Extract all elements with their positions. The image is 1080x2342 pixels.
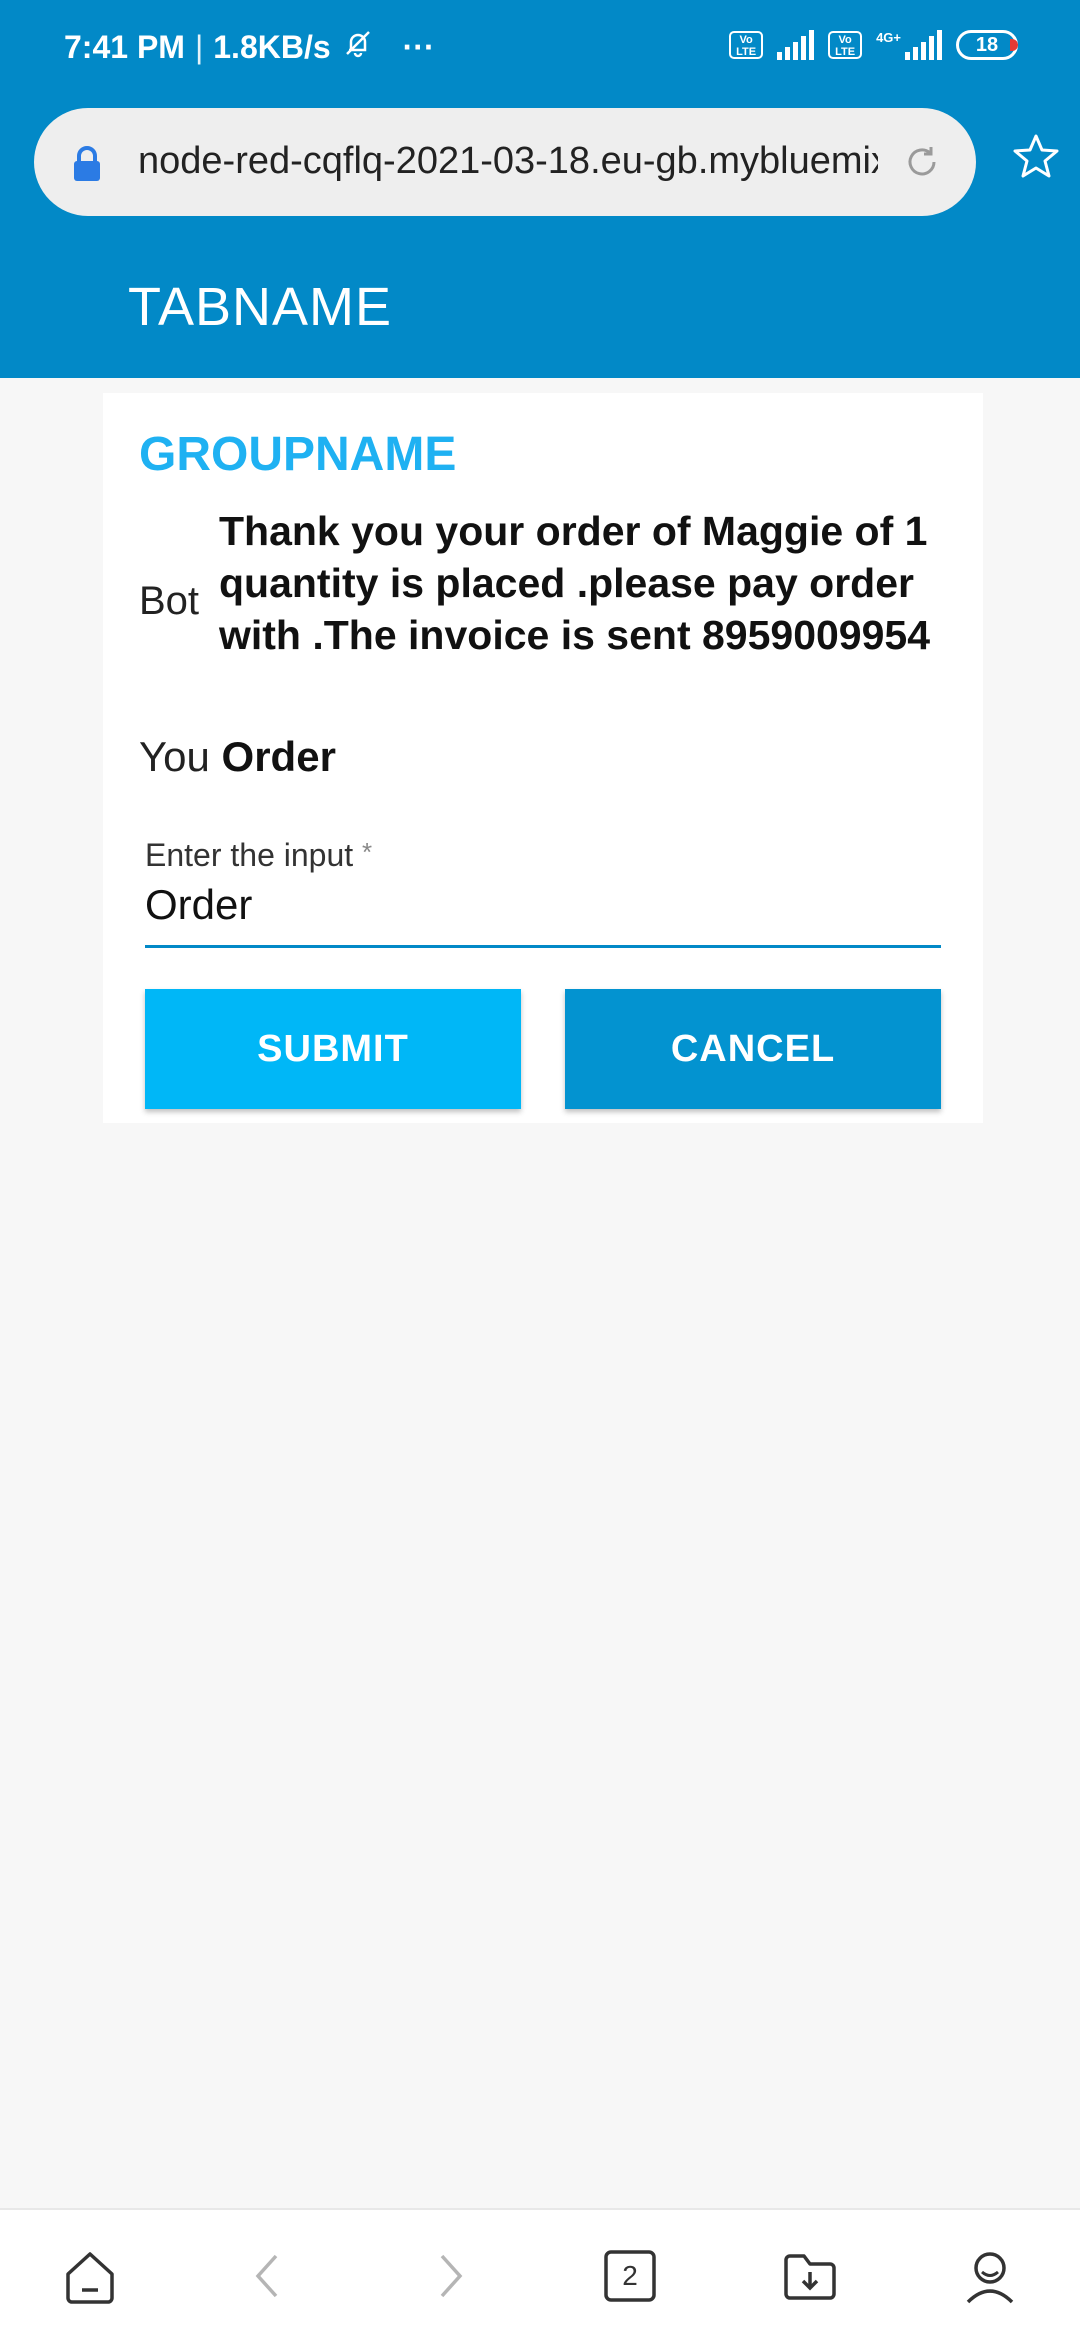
volte-icon: Vo LTE <box>729 31 764 59</box>
you-message: Order <box>221 733 336 780</box>
status-left: 7:41 PM | 1.8KB/s ··· <box>64 26 435 68</box>
input-label-text: Enter the input <box>145 837 354 873</box>
home-icon[interactable] <box>60 2246 120 2306</box>
cancel-button[interactable]: CANCEL <box>565 989 941 1109</box>
forward-icon[interactable] <box>420 2246 480 2306</box>
tabs-count: 2 <box>622 2260 638 2291</box>
bot-message-row: Bot Thank you your order of Maggie of 1 … <box>139 505 959 689</box>
downloads-icon[interactable] <box>780 2246 840 2306</box>
network-speed: 1.8KB/s <box>213 28 331 65</box>
lock-icon[interactable] <box>72 146 102 187</box>
profile-icon[interactable] <box>960 2246 1020 2306</box>
input-label: Enter the input * <box>145 837 372 874</box>
address-bar[interactable]: node-red-cqflq-2021-03-18.eu-gb.mybluemi… <box>34 108 976 216</box>
app-header: TABNAME <box>0 230 1080 378</box>
status-bar: 7:41 PM | 1.8KB/s ··· Vo LTE Vo LTE 4G+ … <box>0 0 1080 100</box>
group-card: GROUPNAME Bot Thank you your order of Ma… <box>103 393 983 1123</box>
browser-toolbar: node-red-cqflq-2021-03-18.eu-gb.mybluemi… <box>0 100 1080 230</box>
text-input[interactable] <box>145 881 941 929</box>
group-title: GROUPNAME <box>139 428 457 481</box>
status-time: 7:41 PM <box>64 28 185 65</box>
status-more: ··· <box>402 28 435 65</box>
bottom-nav: 2 <box>0 2208 1080 2342</box>
status-right: Vo LTE Vo LTE 4G+ 18 <box>729 30 1018 60</box>
star-icon[interactable] <box>1012 132 1060 185</box>
you-message-row: You Order <box>139 733 336 781</box>
mute-bell-icon <box>341 26 375 68</box>
reload-icon[interactable] <box>902 142 942 187</box>
url-text[interactable]: node-red-cqflq-2021-03-18.eu-gb.mybluemi… <box>138 140 878 183</box>
4g-signal-icon: 4G+ <box>876 30 942 60</box>
submit-button[interactable]: SUBMIT <box>145 989 521 1109</box>
back-icon[interactable] <box>238 2246 298 2306</box>
required-mark: * <box>362 837 373 867</box>
battery-icon: 18 <box>956 30 1018 60</box>
input-underline <box>145 945 941 948</box>
you-label: You <box>139 733 210 780</box>
battery-level: 18 <box>975 34 999 56</box>
tabs-icon[interactable]: 2 <box>600 2246 660 2306</box>
signal-icon <box>777 30 815 60</box>
status-separator: | <box>194 28 204 65</box>
page-title: TABNAME <box>128 277 393 337</box>
volte-icon: Vo LTE <box>828 31 863 59</box>
network-type: 4G+ <box>876 30 901 45</box>
bot-label: Bot <box>139 579 200 623</box>
bot-message: Thank you your order of Maggie of 1 quan… <box>219 508 931 658</box>
